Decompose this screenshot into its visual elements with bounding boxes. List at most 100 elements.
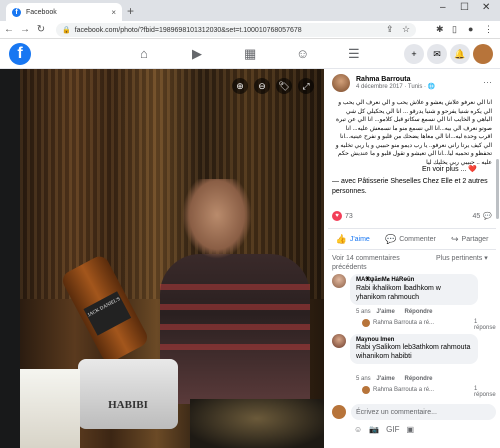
cake (20, 369, 80, 448)
fullscreen-icon[interactable]: ⤢ (298, 78, 314, 94)
reply-preview[interactable]: Rahma Barrouta a ré... (362, 319, 434, 327)
browser-tab-bar: f Facebook × + – ☐ ✕ (0, 0, 500, 21)
account-avatar[interactable] (473, 44, 493, 64)
sticker-icon[interactable]: ▣ (406, 425, 414, 434)
zoom-in-icon[interactable]: ⊕ (232, 78, 248, 94)
thumbs-up-icon: 👍 (335, 233, 347, 244)
post-actions: 👍 J'aime 💬 Commenter ↪ Partager (328, 228, 496, 250)
ice-bucket: HABIBI (78, 359, 178, 429)
reply-preview[interactable]: Rahma Barrouta a ré... (362, 386, 434, 394)
url-field[interactable]: 🔒 facebook.com/photo/?fbid=1989698101312… (56, 23, 416, 37)
view-previous-comments-link[interactable]: Voir 14 commentaires précédents (332, 254, 422, 272)
messenger-icon[interactable]: ✉ (427, 44, 447, 64)
scrollbar[interactable] (496, 159, 499, 219)
like-button[interactable]: 👍 J'aime (336, 234, 370, 245)
comment-author[interactable]: MA𝕽ψã𝖗ιM𝖆 HáRɵŭn (356, 277, 472, 284)
comment-label: Commenter (399, 235, 436, 243)
minimize-icon[interactable]: – (440, 2, 446, 13)
love-reaction-icon: ♥ (332, 211, 342, 221)
camera-icon[interactable]: 📷 (369, 425, 379, 434)
reply-count-link[interactable]: 1 réponse (474, 319, 496, 331)
reply-avatar (362, 319, 370, 327)
reply-avatar (362, 386, 370, 394)
lock-icon: 🔒 (62, 27, 71, 34)
tagged-people: — avec Pâtisserie Sheselles Chez Elle et… (332, 178, 488, 195)
composer-avatar (332, 405, 346, 419)
more-options-icon[interactable]: ··· (483, 77, 492, 87)
comment-bubble: Maynou Imen Rabi ySalikom leb3athkom rah… (350, 334, 478, 364)
post-panel: Rahma Barrouta 4 décembre 2017 · Tunis ·… (324, 69, 500, 448)
chrome-menu-icon[interactable]: ⋮ (484, 24, 493, 35)
reply-count-link[interactable]: 1 réponse (474, 386, 496, 398)
gif-icon[interactable]: GIF (386, 425, 399, 434)
author-avatar[interactable] (332, 74, 350, 92)
menu-icon[interactable]: ☰ (348, 46, 360, 62)
comment-input[interactable]: Écrivez un commentaire... (351, 404, 496, 420)
post-date[interactable]: 4 décembre 2017 · Tunis · 🌐 (356, 83, 435, 90)
facebook-top-nav: f ⌂ ▶ ▦ ☺ ☰ + ✉ 🔔 (0, 39, 500, 69)
facebook-favicon-icon: f (12, 7, 21, 17)
share-page-icon[interactable]: ⇪ (386, 24, 394, 35)
photo[interactable]: JACK DANIEL'S HABIBI (20, 69, 324, 448)
share-button[interactable]: ↪ Partager (451, 234, 488, 245)
commenter-avatar[interactable] (332, 334, 346, 348)
groups-icon[interactable]: ☺ (296, 46, 309, 61)
comment-like-link[interactable]: J'aime (376, 309, 394, 315)
new-tab-button[interactable]: + (127, 4, 134, 18)
comment-reply-link[interactable]: Répondre (404, 309, 432, 315)
person-shirt (160, 254, 310, 404)
tab-close-icon[interactable]: × (111, 8, 116, 17)
reload-icon[interactable]: ↻ (34, 24, 48, 35)
zoom-out-icon[interactable]: ⊖ (254, 78, 270, 94)
comment-button[interactable]: 💬 Commenter (385, 234, 436, 245)
comment-text: Rabi ySalikom leb3athkom rahmouta wihani… (356, 344, 471, 360)
comment-reply-link[interactable]: Répondre (404, 376, 432, 382)
reaction-summary: ♥ 73 45 💬 (332, 211, 492, 221)
comment-meta: 5 ans J'aime Répondre (356, 309, 437, 315)
comment-composer: Écrivez un commentaire... (332, 404, 496, 420)
comment-time[interactable]: 5 ans (356, 376, 371, 382)
reactions-count: 73 (345, 212, 353, 220)
post-header: Rahma Barrouta 4 décembre 2017 · Tunis ·… (332, 74, 435, 92)
reply-author: Rahma Barrouta a ré... (373, 320, 435, 326)
comment-icon: 💬 (385, 233, 397, 244)
facebook-logo-icon[interactable]: f (9, 43, 31, 65)
notifications-icon[interactable]: 🔔 (450, 44, 470, 64)
browser-tab[interactable]: f Facebook × (6, 3, 122, 21)
person-face (182, 179, 252, 259)
see-more-link[interactable]: En voir plus ... ❤️ (422, 165, 477, 173)
comment-sort-dropdown[interactable]: Plus pertinents ▾ (436, 254, 494, 263)
share-icon: ↪ (451, 233, 459, 244)
reactions[interactable]: ♥ 73 (332, 211, 353, 221)
bucket-label: HABIBI (108, 399, 148, 411)
bookmark-star-icon[interactable]: ☆ (402, 24, 410, 35)
marketplace-icon[interactable]: ▦ (244, 46, 256, 62)
extensions-icon[interactable]: ✱ (436, 24, 444, 35)
watch-icon[interactable]: ▶ (192, 46, 202, 62)
create-icon[interactable]: + (404, 44, 424, 64)
author-name[interactable]: Rahma Barrouta (356, 76, 435, 83)
comments-count-link[interactable]: 45 💬 (472, 212, 492, 221)
comment-bubble: MA𝕽ψã𝖗ιM𝖆 HáRɵŭn Rabi ikhalikom lbadhkom… (350, 274, 478, 305)
share-label: Partager (461, 235, 489, 243)
comment-time[interactable]: 5 ans (356, 309, 371, 315)
photo-viewer: JACK DANIEL'S HABIBI ⊕ ⊖ 🏷 ⤢ (0, 69, 324, 448)
side-panel-icon[interactable]: ▯ (452, 24, 457, 35)
address-bar: ← → ↻ 🔒 facebook.com/photo/?fbid=1989698… (0, 21, 500, 39)
profile-icon[interactable]: ● (468, 24, 473, 34)
commenter-avatar[interactable] (332, 274, 346, 288)
comment-bubble-icon: 💬 (483, 213, 492, 220)
post-text: انا الي نعرفو علاش يعشو و علاش يحب و الي… (335, 100, 492, 166)
comment-text: Rabi ikhalikom lbadhkom w yhanikom rahmo… (356, 285, 441, 301)
close-window-icon[interactable]: ✕ (482, 2, 490, 13)
forward-icon[interactable]: → (18, 24, 32, 35)
food-plate (190, 399, 324, 448)
home-icon[interactable]: ⌂ (140, 46, 148, 61)
see-more-label[interactable]: En voir plus ... (422, 166, 466, 173)
comment-like-link[interactable]: J'aime (376, 376, 394, 382)
comments-count: 45 (472, 212, 481, 220)
maximize-icon[interactable]: ☐ (460, 2, 469, 13)
tag-icon[interactable]: 🏷 (276, 78, 292, 94)
emoji-icon[interactable]: ☺ (354, 425, 362, 434)
back-icon[interactable]: ← (2, 24, 16, 35)
